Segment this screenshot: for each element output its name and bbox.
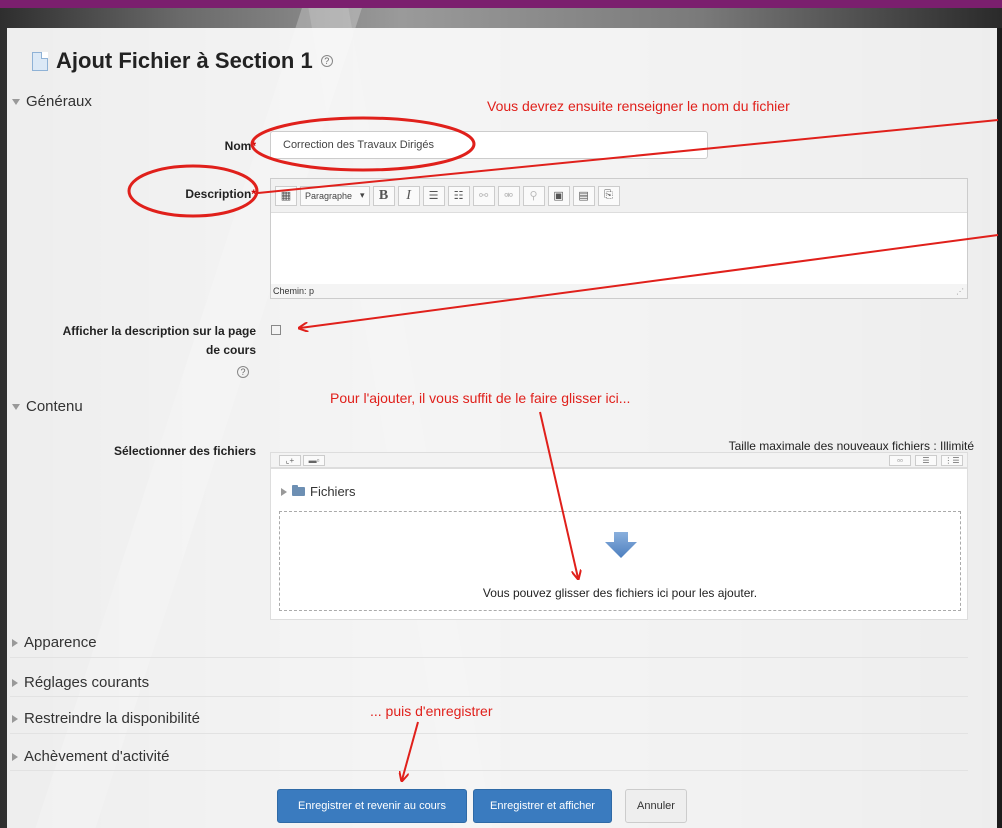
description-highlight-ellipse bbox=[127, 164, 259, 218]
annotation-overlay bbox=[127, 116, 999, 828]
arrow-to-description bbox=[257, 119, 999, 194]
arrow-to-checkbox bbox=[300, 234, 999, 328]
arrow-to-save bbox=[402, 721, 419, 780]
arrow-to-dropzone bbox=[539, 411, 578, 578]
name-highlight-ellipse bbox=[250, 116, 476, 172]
